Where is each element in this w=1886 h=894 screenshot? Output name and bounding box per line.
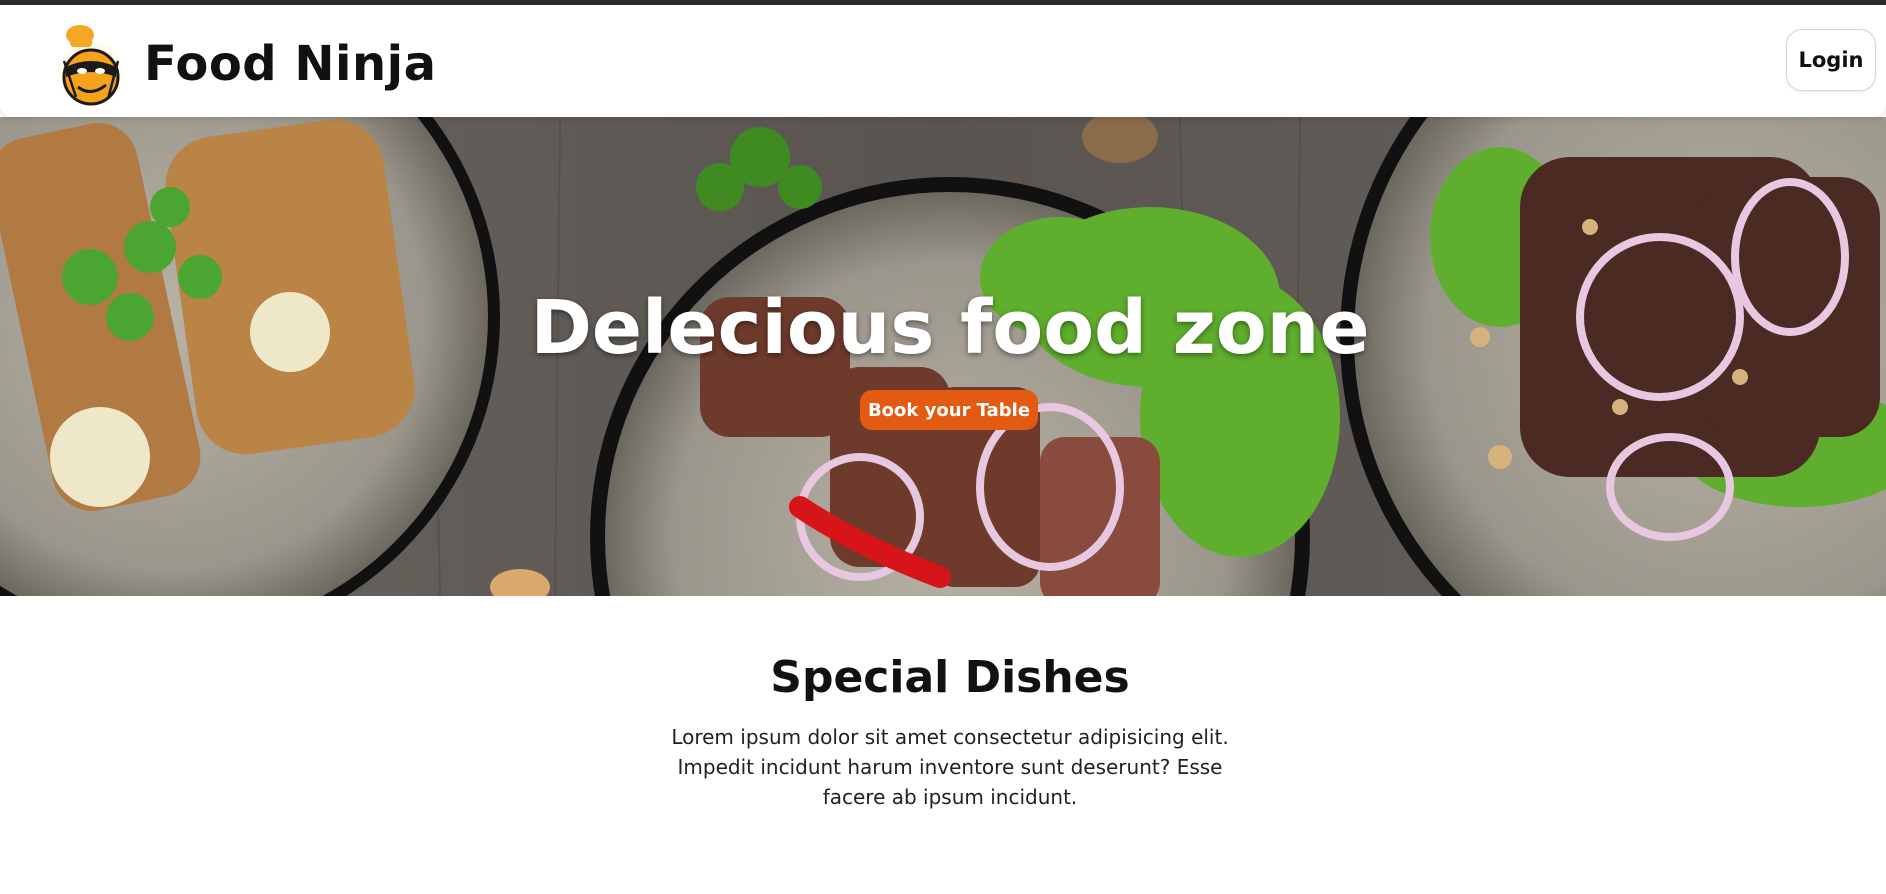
login-button[interactable]: Login	[1786, 29, 1876, 91]
special-dishes-description: Lorem ipsum dolor sit amet consectetur a…	[671, 725, 1229, 809]
navbar: Food Ninja Login	[0, 5, 1886, 117]
ninja-chef-logo-icon	[56, 21, 126, 107]
brand[interactable]: Food Ninja	[56, 19, 437, 109]
hero-title: Delecious food zone	[530, 285, 1370, 371]
hero-banner: Delecious food zone Book your Table	[0, 117, 1886, 596]
brand-name: Food Ninja	[144, 36, 437, 92]
special-dishes-title: Special Dishes	[770, 652, 1130, 703]
book-table-button[interactable]: Book your Table	[860, 390, 1038, 430]
